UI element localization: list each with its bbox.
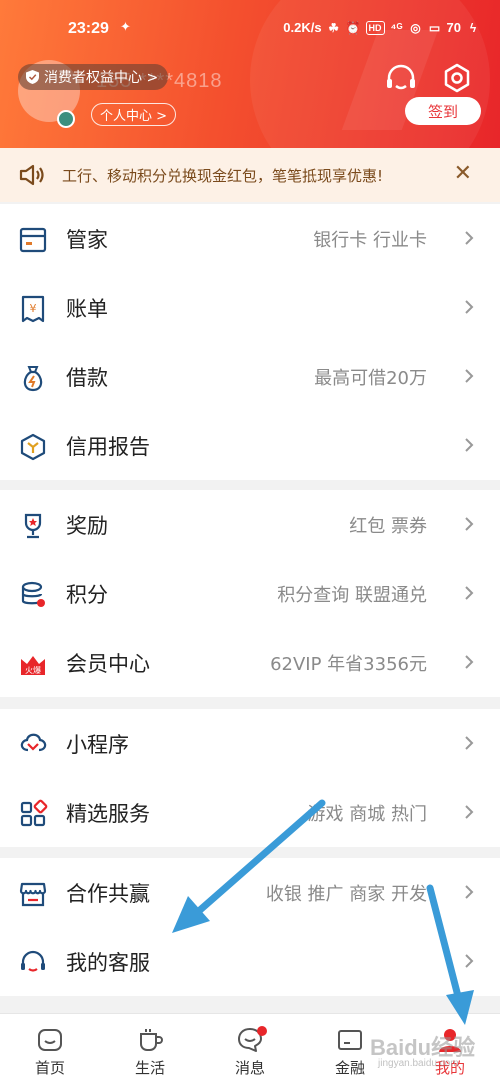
- menu-label: 我的客服: [66, 950, 150, 975]
- vip-crown-icon: 火爆: [21, 656, 45, 675]
- points-icon: [21, 581, 45, 607]
- chevron-right-icon: [465, 885, 474, 899]
- menu-item-mini-programs[interactable]: 小程序: [0, 709, 500, 778]
- menu-group-1: 管家 银行卡 行业卡 ¥ 账单 借款 最高可借20万 信用报告: [0, 204, 500, 480]
- notification-icon: ✦: [120, 20, 131, 35]
- mini-program-icon: [20, 733, 47, 752]
- menu-group-3: 小程序 精选服务 游戏 商城 热门: [0, 709, 500, 847]
- menu-label: 账单: [66, 296, 108, 321]
- menu-hint: 红包 票券: [349, 515, 427, 537]
- money-bag-icon: [23, 366, 43, 392]
- tab-label: 生活: [134, 1059, 165, 1077]
- rights-center-label: 消费者权益中心 >: [44, 70, 159, 86]
- chevron-right-icon: [465, 655, 474, 669]
- menu-item-loan[interactable]: 借款 最高可借20万: [0, 342, 500, 411]
- chevron-right-icon: [465, 736, 474, 750]
- rights-center-button[interactable]: 消费者权益中心 >: [18, 64, 169, 90]
- bill-icon: ¥: [21, 295, 45, 323]
- menu-hint: 积分查询 联盟通兑: [277, 584, 427, 606]
- personal-center-button[interactable]: 个人中心 >: [91, 103, 177, 126]
- tab-messages[interactable]: 消息: [200, 1014, 300, 1083]
- store-icon: [19, 882, 47, 907]
- menu-hint: 游戏 商城 热门: [307, 803, 427, 825]
- menu-hint: 最高可借20万: [314, 367, 427, 389]
- menu-label: 管家: [66, 227, 108, 252]
- charging-icon: ϟ: [469, 20, 477, 35]
- menu-item-vip-center[interactable]: 火爆 会员中心 62VIP 年省3356元: [0, 628, 500, 697]
- menu-item-credit-report[interactable]: 信用报告: [0, 411, 500, 480]
- wifi-icon: ◎: [410, 20, 421, 35]
- customer-service-icon: [21, 950, 45, 972]
- menu-label: 精选服务: [66, 801, 150, 826]
- home-icon: [38, 1029, 62, 1051]
- profile-header: 23:29 ✦ 0.2K/s ☘ ⏰ HD ⁴ᴳ ◎ ▭ 70 ϟ 155 **…: [0, 0, 500, 148]
- chevron-right-icon: [465, 438, 474, 452]
- menu-label: 会员中心: [66, 651, 150, 676]
- app-notify-icon: ☘: [328, 20, 339, 35]
- menu-item-rewards[interactable]: 奖励 红包 票券: [0, 490, 500, 559]
- watermark-url: jingyan.baidu.com: [378, 1058, 459, 1069]
- chevron-right-icon: [465, 586, 474, 600]
- gear-icon[interactable]: [440, 62, 474, 96]
- tab-home[interactable]: 首页: [0, 1014, 100, 1083]
- trophy-icon: [24, 513, 42, 539]
- tab-label: 首页: [34, 1059, 65, 1077]
- menu-label: 信用报告: [66, 434, 150, 459]
- menu-item-bill[interactable]: ¥ 账单: [0, 273, 500, 342]
- headset-icon[interactable]: [384, 62, 418, 96]
- tab-life[interactable]: 生活: [100, 1014, 200, 1083]
- network-speed: 0.2K/s: [283, 20, 322, 35]
- menu-label: 小程序: [66, 732, 129, 757]
- status-time: 23:29: [68, 20, 109, 37]
- tab-label: 消息: [234, 1059, 265, 1077]
- chevron-right-icon: [465, 805, 474, 819]
- menu-label: 积分: [66, 582, 108, 607]
- svg-text:¥: ¥: [30, 302, 37, 315]
- card-icon: [19, 227, 47, 253]
- battery-level: 70: [446, 20, 461, 35]
- menu-label: 借款: [66, 365, 108, 390]
- battery-icon: ▭: [428, 20, 441, 35]
- shield-icon: [26, 70, 39, 84]
- unread-dot: [257, 1026, 267, 1036]
- menu-hint: 收银 推广 商家 开发: [265, 883, 427, 905]
- notice-text: 工行、移动积分兑换现金红包，笔笔抵现享优惠!: [62, 166, 384, 185]
- menu-hint: 银行卡 行业卡: [313, 229, 427, 251]
- menu-item-customer-service[interactable]: 我的客服: [0, 927, 500, 996]
- cup-icon: [140, 1029, 163, 1051]
- chevron-right-icon: [465, 517, 474, 531]
- services-grid-icon: [20, 799, 48, 827]
- speaker-icon: [19, 164, 44, 186]
- chevron-right-icon: [465, 369, 474, 383]
- wallet-icon: [338, 1030, 362, 1050]
- menu-label: 奖励: [66, 513, 108, 538]
- menu-group-4: 合作共赢 收银 推广 商家 开发 我的客服: [0, 858, 500, 996]
- chevron-right-icon: [465, 954, 474, 968]
- notice-bar[interactable]: 工行、移动积分兑换现金红包，笔笔抵现享优惠! ✕: [0, 148, 500, 202]
- menu-item-partnership[interactable]: 合作共赢 收银 推广 商家 开发: [0, 858, 500, 927]
- alarm-icon: ⏰: [345, 20, 361, 35]
- chevron-right-icon: [465, 231, 474, 245]
- credit-report-icon: [20, 433, 46, 461]
- signal-icon: ⁴ᴳ: [390, 20, 403, 35]
- chevron-right-icon: [465, 300, 474, 314]
- menu-group-2: 奖励 红包 票券 积分 积分查询 联盟通兑 火爆 会员中心 62VIP 年省33…: [0, 490, 500, 697]
- hd-icon: HD: [365, 20, 385, 35]
- checkin-button[interactable]: 签到: [405, 97, 481, 125]
- menu-item-featured-services[interactable]: 精选服务 游戏 商城 热门: [0, 778, 500, 847]
- vip-badge-text: 火爆: [25, 665, 41, 675]
- status-right: 0.2K/s ☘ ⏰ HD ⁴ᴳ ◎ ▭ 70 ϟ: [283, 20, 480, 35]
- status-bar: 23:29 ✦ 0.2K/s ☘ ⏰ HD ⁴ᴳ ◎ ▭ 70 ϟ: [0, 18, 500, 44]
- avatar-badge-icon: [57, 110, 75, 128]
- menu-label: 合作共赢: [66, 881, 150, 906]
- close-icon[interactable]: ✕: [454, 162, 472, 186]
- menu-hint: 62VIP 年省3356元: [270, 653, 427, 675]
- menu-item-manager[interactable]: 管家 银行卡 行业卡: [0, 204, 500, 273]
- menu-item-points[interactable]: 积分 积分查询 联盟通兑: [0, 559, 500, 628]
